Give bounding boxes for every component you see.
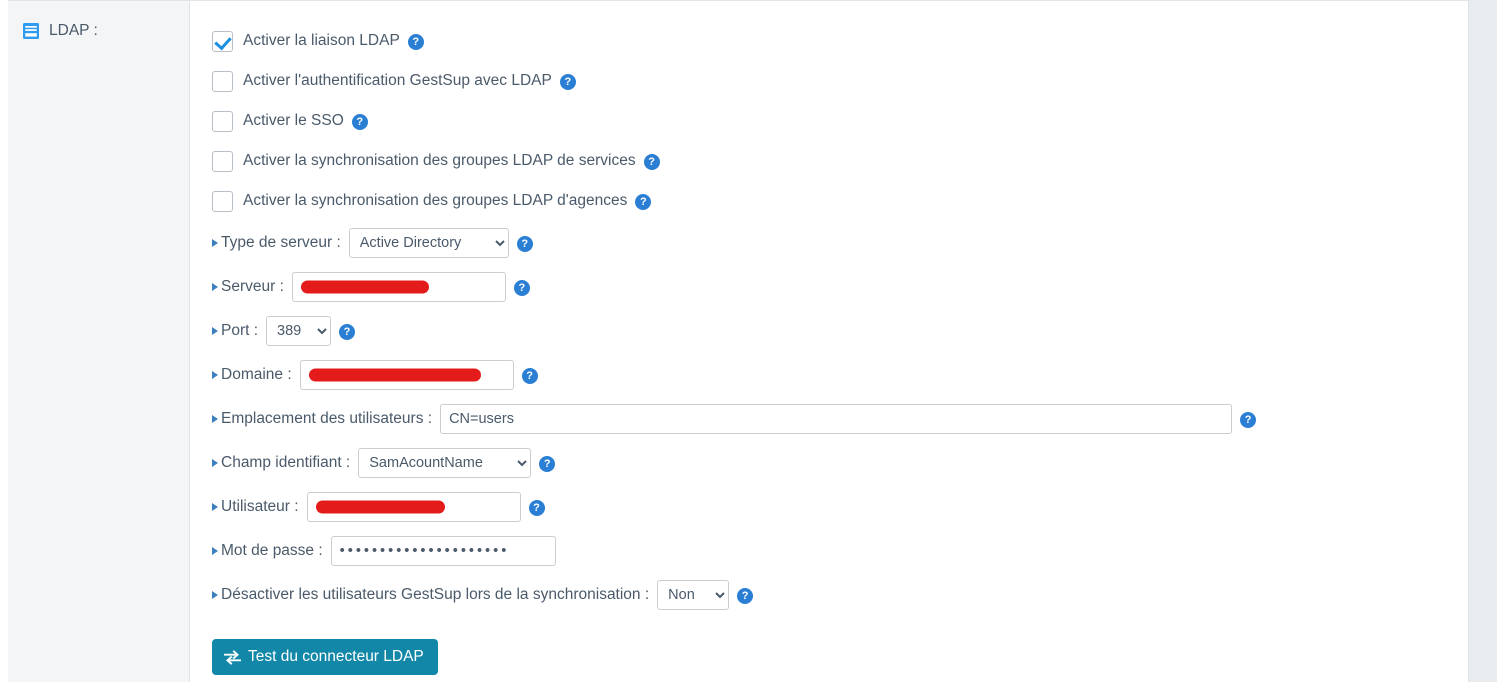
help-icon-enable-sso[interactable]: ? [351,114,368,130]
bullet-caret-icon [212,239,218,247]
field-row-users-location: Emplacement des utilisateurs : ? [212,397,1468,441]
label-server-type: Type de serveur : [221,234,341,251]
checkbox-label-enable-sync-agency-groups: Activer la synchronisation des groupes L… [243,192,628,209]
checkbox-label-enable-ldap-link: Activer la liaison LDAP [243,32,400,49]
field-row-user: Utilisateur : ? [212,485,1468,529]
checkbox-label-enable-sso: Activer le SSO [243,112,344,129]
checkbox-enable-sso[interactable] [212,110,233,132]
checkbox-enable-sync-agency-groups[interactable] [212,190,233,212]
section-label-column: LDAP : [8,1,190,682]
checkbox-label-enable-sync-service-groups: Activer la synchronisation des groupes L… [243,152,636,169]
test-ldap-connector-button[interactable]: Test du connecteur LDAP [212,639,438,675]
bullet-caret-icon [212,459,218,467]
field-row-password: Mot de passe : [212,529,1468,573]
ldap-settings-content: Activer la liaison LDAP ? Activer l'auth… [190,1,1468,682]
help-icon-enable-gestsup-auth[interactable]: ? [559,74,576,90]
label-password: Mot de passe : [221,542,323,559]
section-title: LDAP : [49,22,98,39]
select-port[interactable]: 389 [266,316,332,346]
bullet-caret-icon [212,547,218,555]
label-user: Utilisateur : [221,498,299,515]
field-row-domain: Domaine : ? [212,353,1468,397]
help-icon-users-location[interactable]: ? [1240,412,1257,428]
field-row-port: Port : 389 ? [212,309,1468,353]
field-row-server: Serveur : ? [212,265,1468,309]
checkbox-row-enable-sync-service-groups: Activer la synchronisation des groupes L… [212,141,1468,181]
checkbox-row-enable-gestsup-auth: Activer l'authentification GestSup avec … [212,61,1468,101]
checkbox-row-enable-sync-agency-groups: Activer la synchronisation des groupes L… [212,181,1468,221]
select-server-type[interactable]: Active Directory [348,228,509,258]
input-server[interactable] [291,272,506,302]
help-icon-user[interactable]: ? [528,500,545,516]
label-disable-users: Désactiver les utilisateurs GestSup lors… [221,586,650,603]
domain-input-wrapper [299,360,514,390]
field-row-id-field: Champ identifiant : SamAcountName ? [212,441,1468,485]
input-user[interactable] [306,492,521,522]
checkbox-label-enable-gestsup-auth: Activer l'authentification GestSup avec … [243,72,552,89]
exchange-arrows-icon [224,649,241,665]
help-icon-id-field[interactable]: ? [539,456,556,472]
input-password[interactable] [330,536,556,566]
help-icon-server[interactable]: ? [513,280,530,296]
checkbox-enable-ldap-link[interactable] [212,30,233,52]
checkbox-enable-sync-service-groups[interactable] [212,150,233,172]
help-icon-enable-ldap-link[interactable]: ? [407,34,424,50]
field-row-server-type: Type de serveur : Active Directory ? [212,221,1468,265]
help-icon-disable-users[interactable]: ? [737,588,754,604]
bullet-caret-icon [212,415,218,423]
bullet-caret-icon [212,327,218,335]
input-domain[interactable] [299,360,514,390]
label-port: Port : [221,322,259,339]
help-icon-enable-sync-service-groups[interactable]: ? [643,154,660,170]
settings-panel: LDAP : Activer la liaison LDAP ? Activer… [0,0,1469,682]
server-input-wrapper [291,272,506,302]
test-ldap-connector-label: Test du connecteur LDAP [248,648,424,665]
bullet-caret-icon [212,503,218,511]
field-row-disable-users: Désactiver les utilisateurs GestSup lors… [212,573,1468,617]
bullet-caret-icon [212,591,218,599]
ldap-section-header: LDAP : [22,22,189,40]
checkbox-row-enable-ldap-link: Activer la liaison LDAP ? [212,21,1468,61]
checkbox-row-enable-sso: Activer le SSO ? [212,101,1468,141]
bullet-caret-icon [212,283,218,291]
label-server: Serveur : [221,278,284,295]
bullet-caret-icon [212,371,218,379]
user-input-wrapper [306,492,521,522]
help-icon-server-type[interactable]: ? [516,236,533,252]
select-disable-users[interactable]: Non [657,580,730,610]
label-users-location: Emplacement des utilisateurs : [221,410,433,427]
password-input-wrapper [330,536,556,566]
book-icon [22,22,40,40]
label-domain: Domaine : [221,366,292,383]
input-users-location[interactable] [440,404,1233,434]
checkbox-enable-gestsup-auth[interactable] [212,70,233,92]
select-id-field[interactable]: SamAcountName [358,448,532,478]
label-id-field: Champ identifiant : [221,454,351,471]
help-icon-domain[interactable]: ? [521,368,538,384]
help-icon-port[interactable]: ? [339,324,356,340]
help-icon-enable-sync-agency-groups[interactable]: ? [635,194,652,210]
